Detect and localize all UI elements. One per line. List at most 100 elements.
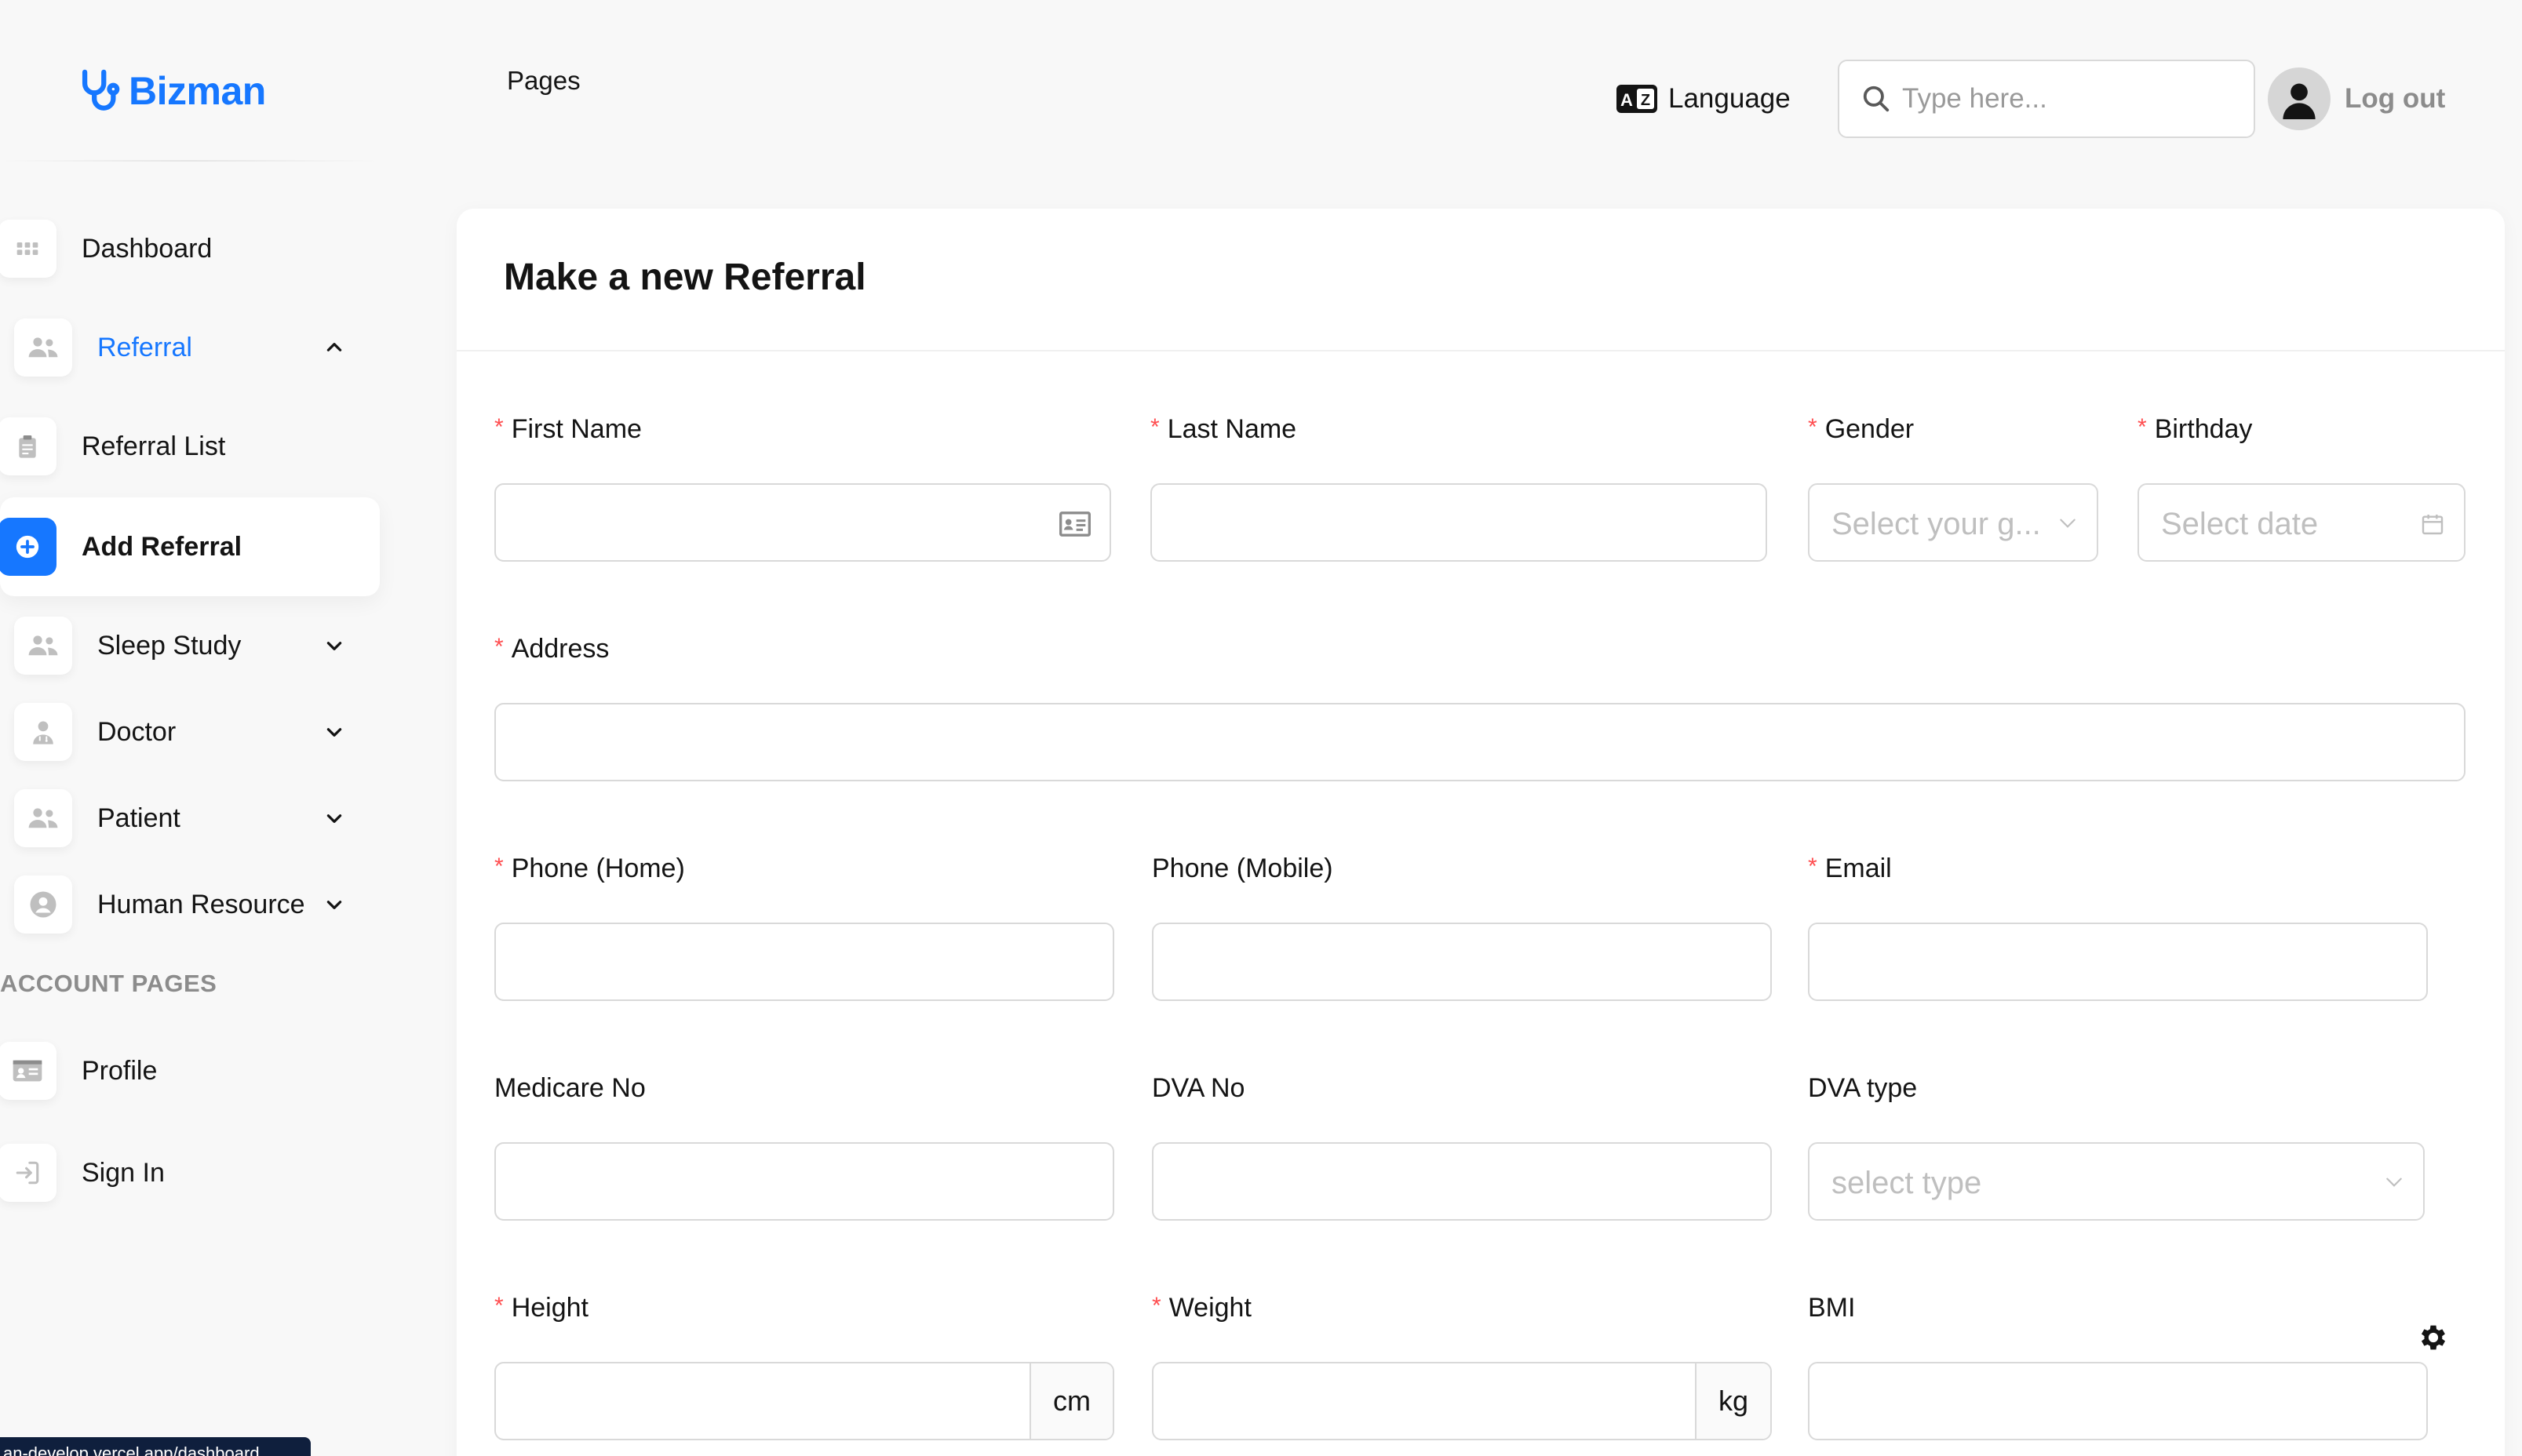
phone-mobile-field[interactable] (1152, 923, 1772, 1001)
sidebar-item-doctor[interactable]: Doctor (0, 682, 380, 781)
search-input[interactable] (1902, 83, 2232, 115)
height-label: * Height (494, 1293, 589, 1323)
dva-type-placeholder: select type (1831, 1166, 1982, 1200)
sidebar-item-label: Sign In (82, 1157, 165, 1188)
required-mark: * (494, 634, 504, 660)
gender-placeholder: Select your g... (1831, 507, 2041, 541)
medicare-no-field[interactable] (494, 1142, 1114, 1221)
status-url-tooltip: an-develop.vercel.app/dashboard (0, 1437, 311, 1456)
phone-mobile-label: Phone (Mobile) (1152, 854, 1333, 883)
chevron-up-icon (322, 335, 347, 360)
page-title: Make a new Referral (504, 257, 866, 298)
gender-select[interactable]: Select your g... (1808, 483, 2098, 562)
sidebar-item-referral-list[interactable]: Referral List (0, 397, 380, 496)
contact-card-icon (1059, 511, 1091, 537)
doctor-icon (14, 703, 72, 761)
weight-input[interactable] (1153, 1363, 1687, 1439)
translate-icon: A Z (1616, 85, 1657, 113)
sidebar-item-patient[interactable]: Patient (0, 769, 380, 868)
required-mark: * (1808, 414, 1817, 440)
bmi-label: BMI (1808, 1293, 1856, 1323)
bmi-input[interactable] (1809, 1363, 2426, 1439)
email-input[interactable] (1809, 924, 2426, 999)
gender-label: * Gender (1808, 414, 1915, 444)
sidebar-item-label: Human Resource (97, 889, 305, 919)
sidebar-item-referral[interactable]: Referral (0, 298, 380, 397)
logout-button[interactable]: Log out (2345, 83, 2445, 115)
last-name-field[interactable] (1150, 483, 1767, 562)
address-input[interactable] (496, 704, 2464, 780)
dva-no-field[interactable] (1152, 1142, 1772, 1221)
medicare-no-label: Medicare No (494, 1073, 646, 1103)
chevron-down-icon (322, 806, 347, 831)
sidebar-item-sleep-study[interactable]: Sleep Study (0, 596, 380, 695)
sidebar-item-add-referral[interactable]: Add Referral (0, 497, 380, 596)
sign-in-icon (0, 1144, 56, 1202)
sidebar-divider (0, 160, 378, 162)
breadcrumb[interactable]: Pages (507, 66, 581, 96)
sidebar-item-human-resource[interactable]: Human Resource (0, 855, 380, 954)
sidebar-item-label: Profile (82, 1055, 158, 1086)
avatar[interactable] (2268, 67, 2331, 130)
sidebar-section-title: ACCOUNT PAGES (0, 970, 217, 997)
required-mark: * (494, 1293, 504, 1319)
sidebar-item-label: Referral List (82, 431, 226, 461)
weight-label: * Weight (1152, 1293, 1252, 1323)
first-name-input[interactable] (496, 485, 1110, 560)
bmi-field[interactable] (1808, 1362, 2428, 1440)
last-name-label: * Last Name (1150, 414, 1297, 444)
first-name-label: * First Name (494, 414, 642, 444)
required-mark: * (494, 854, 504, 879)
brand-logo[interactable]: Bizman (75, 67, 266, 115)
last-name-input[interactable] (1152, 485, 1766, 560)
required-mark: * (494, 414, 504, 440)
language-selector[interactable]: A Z Language (1616, 83, 1791, 115)
user-circle-icon (14, 875, 72, 934)
dva-type-select[interactable]: select type (1808, 1142, 2425, 1221)
settings-gear-icon[interactable] (2417, 1321, 2450, 1354)
phone-mobile-input[interactable] (1153, 924, 1770, 999)
height-input[interactable] (496, 1363, 1030, 1439)
svg-text:Z: Z (1641, 92, 1650, 109)
sidebar-item-label: Add Referral (82, 531, 242, 562)
phone-home-label: * Phone (Home) (494, 854, 685, 883)
user-icon (2283, 83, 2316, 119)
id-card-icon (0, 1042, 56, 1100)
users-icon (14, 318, 72, 377)
required-mark: * (1808, 854, 1817, 879)
sidebar-item-sign-in[interactable]: Sign In (0, 1123, 380, 1222)
plus-circle-icon (0, 518, 56, 576)
stethoscope-icon (75, 68, 121, 114)
first-name-field[interactable] (494, 483, 1111, 562)
sidebar-item-label: Doctor (97, 716, 177, 747)
sidebar-item-dashboard[interactable]: Dashboard (0, 199, 380, 298)
card-divider (457, 350, 2505, 351)
chevron-down-icon (2057, 513, 2078, 533)
sidebar-item-label: Referral (97, 332, 192, 362)
clipboard-icon (0, 417, 56, 475)
users-icon (14, 789, 72, 847)
phone-home-field[interactable] (494, 923, 1114, 1001)
search-box[interactable] (1838, 60, 2255, 138)
required-mark: * (1152, 1293, 1161, 1319)
chevron-down-icon (2384, 1172, 2404, 1192)
grid-icon (0, 220, 56, 278)
brand-name: Bizman (129, 69, 266, 113)
height-field[interactable]: cm (494, 1362, 1114, 1440)
phone-home-input[interactable] (496, 924, 1113, 999)
height-unit: cm (1030, 1363, 1113, 1439)
address-field[interactable] (494, 703, 2466, 781)
language-label: Language (1668, 83, 1791, 114)
sidebar-item-label: Dashboard (82, 233, 213, 264)
sidebar-item-profile[interactable]: Profile (0, 1021, 380, 1120)
calendar-icon (2420, 511, 2445, 537)
svg-text:A: A (1620, 90, 1633, 110)
medicare-no-input[interactable] (496, 1144, 1113, 1219)
weight-field[interactable]: kg (1152, 1362, 1772, 1440)
chevron-down-icon (322, 633, 347, 658)
birthday-datepicker[interactable]: Select date (2138, 483, 2466, 562)
email-field[interactable] (1808, 923, 2428, 1001)
chevron-down-icon (322, 892, 347, 917)
dva-no-input[interactable] (1153, 1144, 1770, 1219)
dva-no-label: DVA No (1152, 1073, 1245, 1103)
